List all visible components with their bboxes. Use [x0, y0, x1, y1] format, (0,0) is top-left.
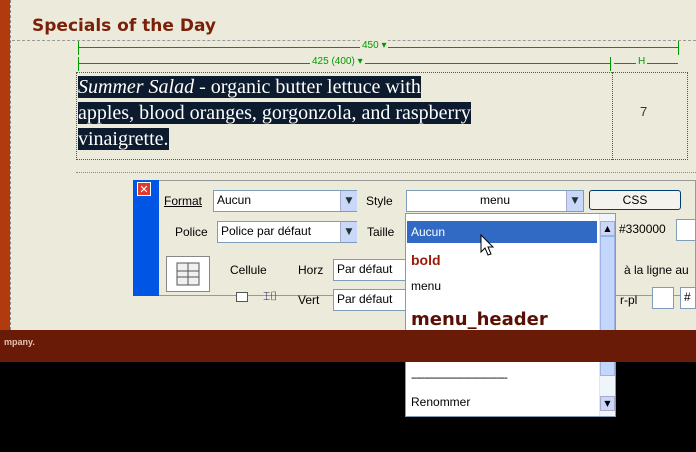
row-divider: [76, 172, 696, 173]
small-column-label[interactable]: H: [636, 56, 648, 67]
style-select[interactable]: menu: [406, 190, 584, 212]
scroll-up-icon[interactable]: ▲: [600, 221, 615, 236]
selected-cell-text[interactable]: Summer Salad - organic butter lettuce wi…: [78, 74, 608, 152]
item-title: Summer Salad: [78, 76, 195, 98]
cell-properties-icon[interactable]: [166, 256, 210, 292]
police-chevron-down-icon[interactable]: ▼: [340, 222, 357, 242]
style-label: Style: [366, 194, 393, 208]
horz-label: Horz: [298, 263, 324, 277]
split-cell-icon[interactable]: ⌶⌷: [263, 289, 277, 304]
column-guide-left-tick: [78, 57, 79, 71]
police-select[interactable]: Police par défaut: [217, 221, 357, 243]
style-option-menu[interactable]: menu: [407, 275, 597, 297]
style-option-rename[interactable]: Renommer: [407, 391, 597, 413]
police-label: Police: [175, 225, 208, 239]
style-chevron-down-icon[interactable]: ▼: [566, 191, 583, 211]
format-value: Aucun: [217, 193, 252, 207]
close-icon[interactable]: ✕: [137, 182, 151, 196]
format-select[interactable]: Aucun: [213, 190, 357, 212]
bg-color-swatch[interactable]: [652, 287, 674, 309]
police-value: Police par défaut: [221, 224, 312, 238]
page-footer-band: [0, 330, 696, 362]
mouse-cursor-icon: [480, 233, 496, 262]
item-description-3: vinaigrette.: [78, 128, 169, 150]
format-label: Format: [164, 194, 203, 208]
footer-text: mpany.: [4, 337, 35, 347]
style-option-aucun[interactable]: Aucun: [407, 221, 597, 243]
price-cell[interactable]: 7: [640, 104, 647, 119]
style-option-menu-header[interactable]: menu_header: [407, 309, 597, 331]
text-color-value[interactable]: #330000: [619, 222, 666, 236]
format-chevron-down-icon[interactable]: ▼: [340, 191, 357, 211]
vert-value: Par défaut: [337, 292, 393, 306]
style-option-separator: ------------------------------------: [411, 372, 508, 384]
bg-color-field[interactable]: #: [680, 287, 696, 309]
taille-label: Taille: [367, 225, 395, 239]
page-left-border: [0, 0, 10, 330]
vert-label: Vert: [298, 293, 320, 307]
item-description-1: - organic butter lettuce with: [194, 76, 421, 98]
inspector-side-bar: [133, 180, 159, 296]
table-guide-left-tick: [78, 41, 79, 55]
horz-select[interactable]: Par défaut: [333, 259, 407, 281]
text-color-field[interactable]: [676, 219, 696, 241]
table-guide-right-tick: [678, 41, 679, 55]
cell-divider: [612, 72, 613, 160]
merge-cells-icon[interactable]: [236, 292, 248, 302]
item-description-2: apples, blood oranges, gorgonzola, and r…: [78, 102, 471, 124]
bg-label: r-pl: [620, 293, 638, 307]
horz-value: Par défaut: [337, 262, 393, 276]
heading-divider: [12, 40, 696, 41]
scroll-down-icon[interactable]: ▼: [600, 396, 615, 411]
table-width-label[interactable]: 450 ▾: [360, 40, 389, 51]
column-width-label[interactable]: 425 (400) ▾: [310, 56, 365, 67]
css-button[interactable]: CSS: [589, 190, 681, 210]
cellule-label: Cellule: [230, 263, 267, 277]
column-guide-right-tick: [610, 57, 611, 71]
vert-select[interactable]: Par défaut: [333, 289, 407, 311]
wrap-label: à la ligne au: [624, 263, 689, 277]
page-heading[interactable]: Specials of the Day: [32, 16, 216, 36]
style-value: menu: [479, 193, 511, 207]
style-option-bold[interactable]: bold: [407, 249, 597, 271]
